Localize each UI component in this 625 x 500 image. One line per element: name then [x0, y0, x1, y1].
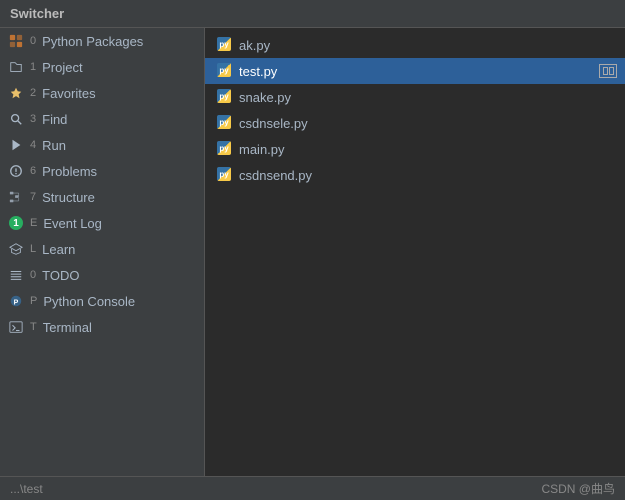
sidebar-item-label-todo: TODO: [42, 268, 79, 283]
sidebar-item-label-python-packages: Python Packages: [42, 34, 143, 49]
file-item-ak-py[interactable]: py ak.py: [205, 32, 625, 58]
sidebar-item-label-event-log: Event Log: [43, 216, 102, 231]
sidebar-item-label-structure: Structure: [42, 190, 95, 205]
sidebar-item-todo[interactable]: 0 TODO: [0, 262, 204, 288]
sidebar: 0 Python Packages 1 Project 2 Favorites 3 Fi…: [0, 28, 205, 476]
sidebar-item-shortcut-run: 4: [30, 139, 36, 151]
problems-icon: [8, 163, 24, 179]
file-icon-snake-py: py: [217, 89, 233, 105]
file-item-csdnsele-py[interactable]: py csdnsele.py: [205, 110, 625, 136]
sidebar-item-favorites[interactable]: 2 Favorites: [0, 80, 204, 106]
sidebar-item-shortcut-problems: 6: [30, 165, 36, 177]
sidebar-item-run[interactable]: 4 Run: [0, 132, 204, 158]
sidebar-item-shortcut-project: 1: [30, 61, 36, 73]
find-icon: [8, 111, 24, 127]
sidebar-item-label-problems: Problems: [42, 164, 97, 179]
sidebar-item-shortcut-python-console: P: [30, 295, 37, 307]
sidebar-item-label-python-console: Python Console: [43, 294, 135, 309]
sidebar-item-shortcut-terminal: T: [30, 321, 37, 333]
structure-icon: [8, 189, 24, 205]
sidebar-item-label-project: Project: [42, 60, 82, 75]
main-content: 0 Python Packages 1 Project 2 Favorites 3 Fi…: [0, 28, 625, 476]
sidebar-item-shortcut-event-log: E: [30, 217, 37, 229]
sidebar-item-python-console[interactable]: P P Python Console: [0, 288, 204, 314]
run-icon: [8, 137, 24, 153]
status-branding: CSDN @曲鸟: [541, 480, 615, 497]
terminal-icon: [8, 319, 24, 335]
favorites-icon: [8, 85, 24, 101]
sidebar-item-problems[interactable]: 6 Problems: [0, 158, 204, 184]
packages-icon: [8, 33, 24, 49]
file-icon-main-py: py: [217, 141, 233, 157]
todo-icon: [8, 267, 24, 283]
file-name-test-py: test.py: [239, 64, 277, 79]
file-item-snake-py[interactable]: py snake.py: [205, 84, 625, 110]
file-name-snake-py: snake.py: [239, 90, 291, 105]
file-icon-ak-py: py: [217, 37, 233, 53]
file-icon-csdnsele-py: py: [217, 115, 233, 131]
sidebar-item-find[interactable]: 3 Find: [0, 106, 204, 132]
sidebar-item-label-find: Find: [42, 112, 67, 127]
split-view-indicator[interactable]: [599, 64, 617, 78]
title-bar: Switcher: [0, 0, 625, 28]
sidebar-item-structure[interactable]: 7 Structure: [0, 184, 204, 210]
sidebar-item-terminal[interactable]: T Terminal: [0, 314, 204, 340]
eventlog-icon: 1: [8, 215, 24, 231]
file-name-ak-py: ak.py: [239, 38, 270, 53]
sidebar-item-label-run: Run: [42, 138, 66, 153]
sidebar-item-shortcut-python-packages: 0: [30, 35, 36, 47]
status-path: ...\test: [10, 482, 43, 496]
sidebar-item-learn[interactable]: L Learn: [0, 236, 204, 262]
file-name-main-py: main.py: [239, 142, 285, 157]
file-item-csdnsend-py[interactable]: py csdnsend.py: [205, 162, 625, 188]
sidebar-item-shortcut-find: 3: [30, 113, 36, 125]
sidebar-item-shortcut-learn: L: [30, 243, 36, 255]
file-list: pyak.pypytest.pypysnake.pypycsdnsele.pyp…: [205, 28, 625, 476]
svg-text:P: P: [14, 300, 19, 307]
sidebar-item-label-terminal: Terminal: [43, 320, 92, 335]
sidebar-item-label-learn: Learn: [42, 242, 75, 257]
learn-icon: [8, 241, 24, 257]
sidebar-item-shortcut-structure: 7: [30, 191, 36, 203]
sidebar-item-label-favorites: Favorites: [42, 86, 95, 101]
window-title: Switcher: [10, 6, 64, 21]
file-icon-csdnsend-py: py: [217, 167, 233, 183]
file-icon-test-py: py: [217, 63, 233, 79]
sidebar-item-python-packages[interactable]: 0 Python Packages: [0, 28, 204, 54]
project-icon: [8, 59, 24, 75]
sidebar-item-shortcut-todo: 0: [30, 269, 36, 281]
console-icon: P: [8, 293, 24, 309]
status-bar: ...\test CSDN @曲鸟: [0, 476, 625, 500]
file-item-test-py[interactable]: py test.py: [205, 58, 625, 84]
file-name-csdnsend-py: csdnsend.py: [239, 168, 312, 183]
sidebar-item-project[interactable]: 1 Project: [0, 54, 204, 80]
sidebar-item-event-log[interactable]: 1E Event Log: [0, 210, 204, 236]
file-item-main-py[interactable]: py main.py: [205, 136, 625, 162]
sidebar-item-shortcut-favorites: 2: [30, 87, 36, 99]
file-name-csdnsele-py: csdnsele.py: [239, 116, 308, 131]
